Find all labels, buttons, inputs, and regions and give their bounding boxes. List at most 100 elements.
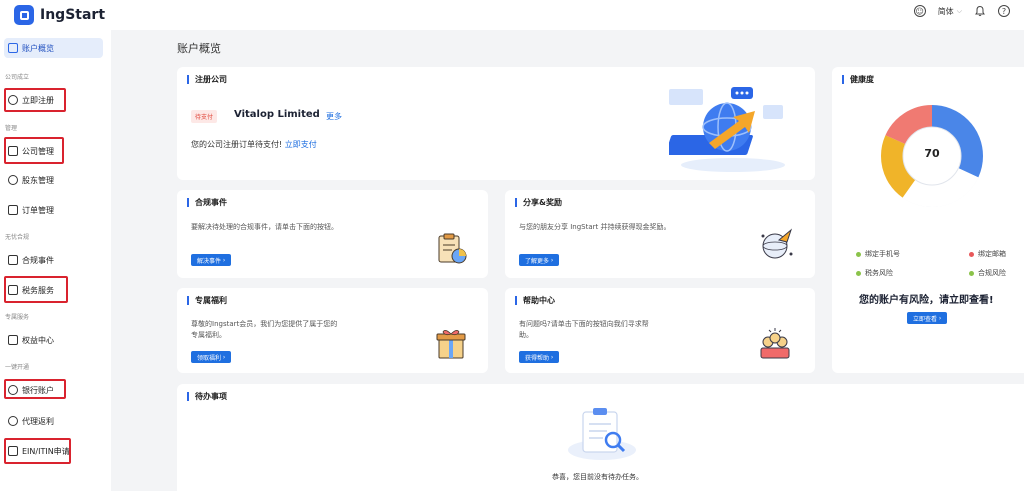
coin-icon (8, 416, 18, 426)
button-label: 立即查看 (913, 315, 938, 323)
card-title: 待办事项 (187, 392, 227, 401)
legend-label: 合规风险 (978, 269, 1006, 277)
help-center-card: 帮助中心 有问题吗?请单击下面的按钮向我们寻求帮助。 获得帮助 › (505, 288, 815, 373)
sidebar-item-company[interactable]: 公司管理 (8, 144, 54, 158)
sidebar-section-label: 公司成立 (5, 74, 30, 81)
empty-clipboard-illustration (568, 408, 636, 460)
button-label: 了解更多 (525, 257, 550, 265)
language-label: 简体 (937, 6, 954, 16)
sidebar-section-label: 管理 (5, 125, 18, 132)
legend-label: 税务风险 (865, 269, 893, 277)
claim-benefits-button[interactable]: 领取福利 › (191, 351, 232, 363)
clipboard-icon (8, 255, 18, 265)
brand-name: IngStart (40, 7, 106, 23)
legend-dot (969, 270, 974, 276)
gift-box-icon (436, 330, 466, 359)
card-title: 健康度 (842, 75, 874, 84)
sidebar-item-tax[interactable]: 税务服务 (8, 283, 54, 297)
legend-item: 绑定邮箱 (969, 249, 1006, 259)
sidebar-item-label: 代理返利 (22, 416, 54, 426)
user-icon (8, 95, 18, 105)
sidebar-item-label: 订单管理 (22, 205, 54, 215)
rocket-globe-icon (761, 228, 793, 259)
button-label: 获得帮助 (525, 354, 550, 362)
user-avatar-icon[interactable]: ☺ (913, 5, 926, 17)
sidebar-item-label: 公司管理 (22, 146, 54, 156)
legend-item: 绑定手机号 (856, 249, 900, 259)
top-bar: IngStart ☺ 简体 ⌵ ? (0, 0, 1024, 30)
list-icon (8, 205, 18, 215)
legend-dot (856, 270, 861, 276)
support-team-icon (760, 328, 790, 359)
language-selector[interactable]: 简体 ⌵ (938, 6, 962, 17)
sidebar-item-label: 立即注册 (22, 95, 54, 105)
card-title: 帮助中心 (515, 296, 555, 305)
legend-dot (969, 251, 974, 257)
sidebar: 账户概览 公司成立 立即注册 管理 公司管理 股东管理 订单管理 无忧合规 合规… (0, 30, 111, 491)
card-description: 尊敬的Ingstart会员，我们为您提供了属于您的专属福利。 (191, 320, 338, 339)
button-label: 领取福利 (197, 354, 222, 362)
empty-todo-message: 恭喜，您目前没有待办任务。 (552, 473, 643, 481)
sidebar-item-overview[interactable]: 账户概览 (8, 41, 54, 55)
benefits-card: 专属福利 尊敬的Ingstart会员，我们为您提供了属于您的专属福利。 领取福利… (177, 288, 488, 373)
pay-now-link[interactable]: 立即支付 (285, 140, 317, 149)
id-card-icon (8, 446, 18, 456)
pay-message-text: 您的公司注册订单待支付! (191, 140, 283, 149)
card-description: 要解决待处理的合规事件，请单击下面的按钮。 (191, 223, 338, 231)
bell-icon[interactable] (974, 5, 986, 17)
compliance-card: 合规事件 要解决待处理的合规事件，请单击下面的按钮。 解决事件 › (177, 190, 488, 278)
laptop-globe-illustration (669, 87, 785, 172)
sidebar-section-label: 专属服务 (5, 314, 30, 321)
card-title: 专属福利 (187, 296, 227, 305)
get-help-button[interactable]: 获得帮助 › (519, 351, 560, 363)
card-title: 合规事件 (187, 198, 227, 207)
card-title: 注册公司 (187, 75, 227, 84)
pay-message: 您的公司注册订单待支付! 立即支付 (191, 139, 317, 150)
learn-more-button[interactable]: 了解更多 › (519, 254, 560, 266)
share-rewards-card: 分享&奖励 与您的朋友分享 IngStart 并持续获得现金奖励。 了解更多 › (505, 190, 815, 278)
sidebar-item-rebate[interactable]: 代理返利 (8, 414, 54, 428)
sidebar-item-label: 银行账户 (22, 385, 54, 395)
sidebar-item-label: 税务服务 (22, 285, 54, 295)
help-icon[interactable]: ? (998, 5, 1010, 17)
sidebar-item-label: 合规事件 (22, 255, 54, 265)
sidebar-item-label: 股东管理 (22, 175, 54, 185)
health-score: 70 (924, 147, 940, 160)
sidebar-item-label: EIN/ITIN申请 (22, 446, 70, 456)
register-company-card: 注册公司 (177, 67, 815, 180)
logo-icon (14, 5, 34, 25)
card-title: 分享&奖励 (515, 198, 562, 207)
health-card: 健康度 70 绑定手机号 绑定邮箱 税务风险 合规风险 立即查看 › (832, 67, 1024, 373)
sidebar-item-orders[interactable]: 订单管理 (8, 203, 54, 217)
sidebar-item-label: 权益中心 (22, 335, 54, 345)
legend-item: 合规风险 (969, 268, 1006, 278)
company-name: Vitalop Limited (234, 109, 320, 120)
sidebar-item-shareholders[interactable]: 股东管理 (8, 173, 54, 187)
sidebar-item-register[interactable]: 立即注册 (8, 93, 54, 107)
sidebar-item-label: 账户概览 (22, 43, 54, 53)
view-now-button[interactable]: 立即查看 › (907, 312, 948, 324)
clipboard-chart-icon (438, 233, 467, 264)
sidebar-section-label: 无忧合规 (5, 234, 30, 241)
status-badge: 待支付 (191, 110, 218, 123)
logo[interactable]: IngStart (14, 5, 105, 25)
button-label: 解决事件 (197, 257, 222, 265)
legend-label: 绑定手机号 (865, 250, 900, 258)
page-title: 账户概览 (177, 42, 221, 55)
sidebar-item-ein[interactable]: EIN/ITIN申请 (8, 444, 70, 458)
document-icon (8, 146, 18, 156)
bank-icon (8, 385, 18, 395)
legend-dot (856, 251, 861, 257)
top-right-tools: ☺ 简体 ⌵ ? (913, 5, 1010, 17)
sidebar-item-compliance[interactable]: 合规事件 (8, 253, 54, 267)
legend-item: 税务风险 (856, 268, 893, 278)
sidebar-item-benefits[interactable]: 权益中心 (8, 333, 54, 347)
sidebar-section-label: 一键开通 (5, 364, 30, 371)
tax-icon (8, 285, 18, 295)
people-icon (8, 175, 18, 185)
chevron-down-icon: ⌵ (956, 6, 962, 15)
card-description: 与您的朋友分享 IngStart 并持续获得现金奖励。 (519, 223, 671, 231)
more-link[interactable]: 更多 (326, 111, 342, 122)
sidebar-item-bank[interactable]: 银行账户 (8, 383, 54, 397)
resolve-events-button[interactable]: 解决事件 › (191, 254, 232, 266)
